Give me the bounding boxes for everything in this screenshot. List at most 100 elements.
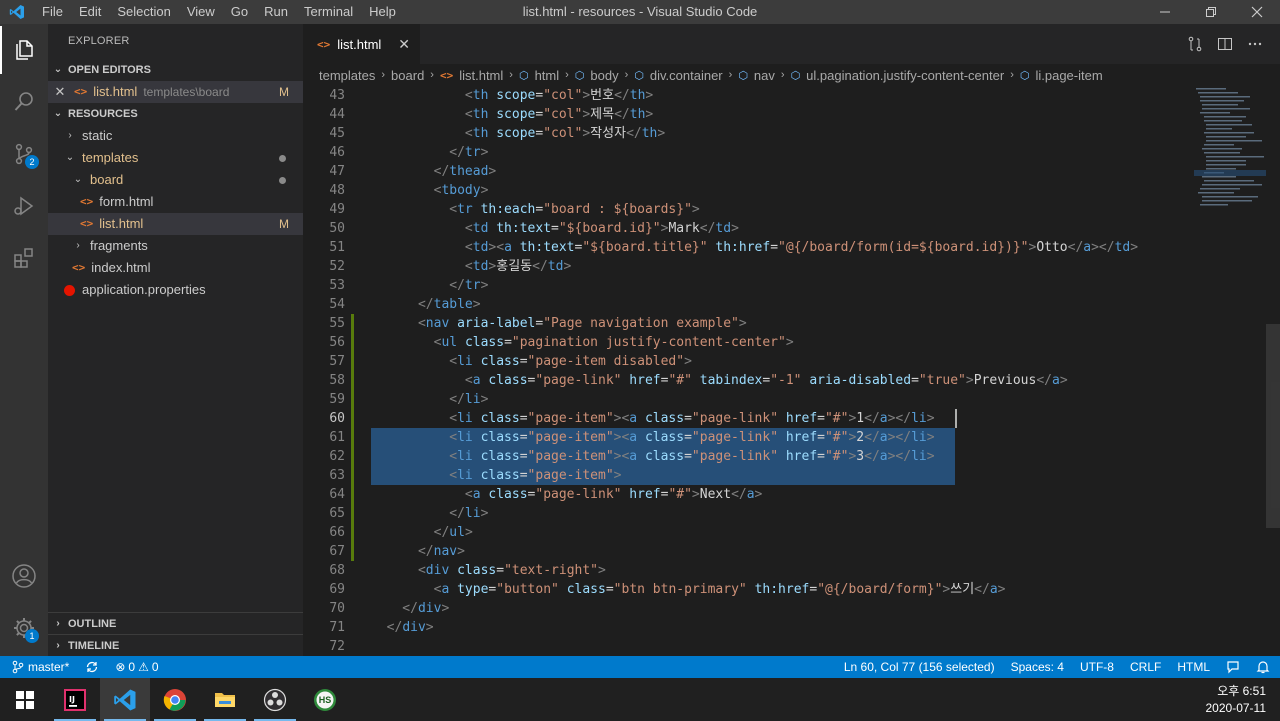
menu-edit[interactable]: Edit <box>71 0 109 24</box>
timeline-section[interactable]: › TIMELINE <box>48 634 303 656</box>
git-change-marker[interactable] <box>351 447 354 466</box>
end-of-line[interactable]: CRLF <box>1122 660 1169 674</box>
code-line[interactable]: 63 <li class="page-item"> <box>303 466 1193 485</box>
code-line[interactable]: 58 <a class="page-link" href="#" tabinde… <box>303 371 1193 390</box>
tree-item-templates[interactable]: ⌄ templates <box>48 147 303 169</box>
git-change-marker[interactable] <box>351 504 354 523</box>
intellij-icon[interactable]: IJ <box>50 678 100 721</box>
code-line[interactable]: 54 </table> <box>303 295 1193 314</box>
open-editor-item[interactable]: ✕ <> list.html templates\board M <box>48 81 303 103</box>
breadcrumb-item[interactable]: body <box>590 68 618 83</box>
source-control-icon[interactable]: 2 <box>0 130 48 178</box>
code-line[interactable]: 52 <td>홍길동</td> <box>303 257 1193 276</box>
minimize-button[interactable] <box>1142 0 1188 24</box>
run-debug-icon[interactable] <box>0 182 48 230</box>
hs-app-icon[interactable]: HS <box>300 678 350 721</box>
feedback-icon[interactable] <box>1218 660 1248 674</box>
code-line[interactable]: 65 </li> <box>303 504 1193 523</box>
language-mode[interactable]: HTML <box>1169 660 1218 674</box>
code-line[interactable]: 57 <li class="page-item disabled"> <box>303 352 1193 371</box>
code-line[interactable]: 62 <li class="page-item"><a class="page-… <box>303 447 1193 466</box>
breadcrumb-item[interactable]: templates <box>319 68 375 83</box>
code-line[interactable]: 46 </tr> <box>303 143 1193 162</box>
restore-button[interactable] <box>1188 0 1234 24</box>
code-line[interactable]: 72 <box>303 637 1193 656</box>
menu-terminal[interactable]: Terminal <box>296 0 361 24</box>
menu-selection[interactable]: Selection <box>109 0 178 24</box>
code-line[interactable]: 47 </thead> <box>303 162 1193 181</box>
vscode-taskbar-icon[interactable] <box>100 678 150 721</box>
code-line[interactable]: 68 <div class="text-right"> <box>303 561 1193 580</box>
resources-section[interactable]: ⌄ RESOURCES <box>48 103 303 125</box>
menu-run[interactable]: Run <box>256 0 296 24</box>
code-line[interactable]: 44 <th scope="col">제목</th> <box>303 105 1193 124</box>
code-line[interactable]: 50 <td th:text="${board.id}">Mark</td> <box>303 219 1193 238</box>
explorer-icon[interactable] <box>0 26 48 74</box>
code-line[interactable]: 53 </tr> <box>303 276 1193 295</box>
branch-indicator[interactable]: master* <box>0 660 77 674</box>
close-window-button[interactable] <box>1234 0 1280 24</box>
breadcrumb-item[interactable]: div.container <box>650 68 723 83</box>
git-change-marker[interactable] <box>351 542 354 561</box>
menu-view[interactable]: View <box>179 0 223 24</box>
code-line[interactable]: 59 </li> <box>303 390 1193 409</box>
split-editor-icon[interactable] <box>1210 36 1240 52</box>
chrome-icon[interactable] <box>150 678 200 721</box>
menu-help[interactable]: Help <box>361 0 404 24</box>
extensions-icon[interactable] <box>0 234 48 282</box>
code-line[interactable]: 60 <li class="page-item"><a class="page-… <box>303 409 1193 428</box>
git-change-marker[interactable] <box>351 390 354 409</box>
sync-icon[interactable] <box>77 660 107 674</box>
code-line[interactable]: 61 <li class="page-item"><a class="page-… <box>303 428 1193 447</box>
minimap[interactable] <box>1194 86 1266 226</box>
search-icon[interactable] <box>0 78 48 126</box>
obs-icon[interactable] <box>250 678 300 721</box>
code-line[interactable]: 70 </div> <box>303 599 1193 618</box>
code-line[interactable]: 56 <ul class="pagination justify-content… <box>303 333 1193 352</box>
git-change-marker[interactable] <box>351 352 354 371</box>
code-line[interactable]: 48 <tbody> <box>303 181 1193 200</box>
code-line[interactable]: 64 <a class="page-link" href="#">Next</a… <box>303 485 1193 504</box>
breadcrumb-item[interactable]: nav <box>754 68 775 83</box>
tree-item-index-html[interactable]: <> index.html <box>48 257 303 279</box>
tree-item-fragments[interactable]: › fragments <box>48 235 303 257</box>
problems-indicator[interactable]: ⊗ 0 ⚠ 0 <box>107 660 166 674</box>
code-line[interactable]: 66 </ul> <box>303 523 1193 542</box>
close-tab-icon[interactable]: ✕ <box>398 36 410 53</box>
tab-list-html[interactable]: <> list.html ✕ <box>303 24 420 64</box>
breadcrumb-item[interactable]: ul.pagination.justify-content-center <box>806 68 1004 83</box>
breadcrumb-item[interactable]: li.page-item <box>1035 68 1102 83</box>
menu-go[interactable]: Go <box>223 0 256 24</box>
encoding[interactable]: UTF-8 <box>1072 660 1122 674</box>
code-line[interactable]: 49 <tr th:each="board : ${boards}"> <box>303 200 1193 219</box>
accounts-icon[interactable] <box>0 552 48 600</box>
windows-start-icon[interactable] <box>0 678 50 721</box>
close-icon[interactable]: ✕ <box>48 81 68 103</box>
scrollbar-thumb[interactable] <box>1266 324 1280 528</box>
code-line[interactable]: 67 </nav> <box>303 542 1193 561</box>
git-change-marker[interactable] <box>351 523 354 542</box>
more-actions-icon[interactable] <box>1240 36 1270 52</box>
git-change-marker[interactable] <box>351 428 354 447</box>
tree-item-list-html[interactable]: <> list.html M <box>48 213 303 235</box>
breadcrumb-item[interactable]: board <box>391 68 424 83</box>
cursor-position[interactable]: Ln 60, Col 77 (156 selected) <box>836 660 1003 674</box>
tree-item-static[interactable]: › static <box>48 125 303 147</box>
git-change-marker[interactable] <box>351 314 354 333</box>
vertical-scrollbar[interactable] <box>1266 86 1280 656</box>
open-changes-icon[interactable] <box>1180 36 1210 52</box>
breadcrumb-item[interactable]: list.html <box>459 68 503 83</box>
open-editors-section[interactable]: ⌄ OPEN EDITORS <box>48 59 303 81</box>
git-change-marker[interactable] <box>351 409 354 428</box>
tree-item-board[interactable]: ⌄ board <box>48 169 303 191</box>
git-change-marker[interactable] <box>351 371 354 390</box>
breadcrumb-item[interactable]: html <box>535 68 560 83</box>
code-editor[interactable]: 43 <th scope="col">번호</th> 44 <th scope="… <box>303 86 1193 656</box>
code-line[interactable]: 51 <td><a th:text="${board.title}" th:hr… <box>303 238 1193 257</box>
system-clock[interactable]: 오후 6:51 2020-07-11 <box>1206 678 1267 721</box>
file-explorer-icon[interactable] <box>200 678 250 721</box>
indentation[interactable]: Spaces: 4 <box>1003 660 1072 674</box>
menu-file[interactable]: File <box>34 0 71 24</box>
code-line[interactable]: 55 <nav aria-label="Page navigation exam… <box>303 314 1193 333</box>
git-change-marker[interactable] <box>351 485 354 504</box>
